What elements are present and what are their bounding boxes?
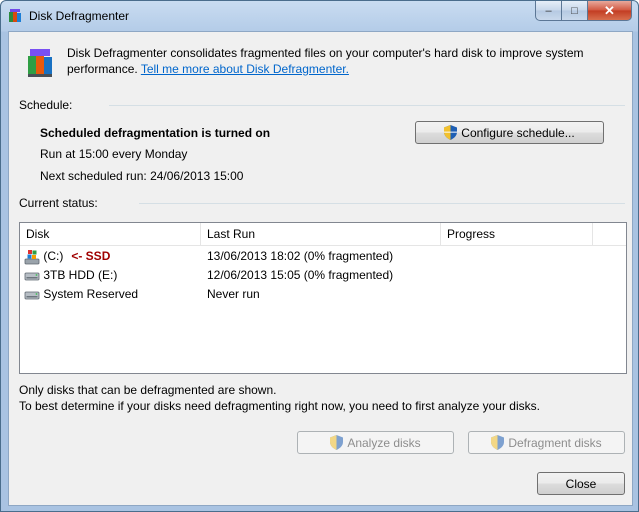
analyze-disks-button[interactable]: Analyze disks [297,431,454,454]
schedule-label: Schedule: [19,98,73,112]
schedule-divider [109,105,625,106]
column-header-disk[interactable]: Disk [20,223,201,245]
ssd-annotation: <- SSD [71,249,111,263]
disk-list[interactable]: Disk Last Run Progress (C:) <- SSD 13/06/… [19,222,627,374]
configure-schedule-button[interactable]: Configure schedule... [415,121,604,144]
disk-defragmenter-app-icon [9,9,21,22]
uac-shield-icon [330,435,344,450]
analyze-advice-note: To best determine if your disks need def… [19,399,540,413]
header-description: Disk Defragmenter consolidates fragmente… [67,45,607,77]
defragment-disks-label: Defragment disks [508,435,602,450]
configure-schedule-label: Configure schedule... [461,125,575,140]
schedule-run-at: Run at 15:00 every Monday [40,147,188,161]
disk-row-e[interactable]: 3TB HDD (E:) 12/06/2013 15:05 (0% fragme… [20,266,626,285]
disk-name: (C:) [43,249,64,263]
minimize-button[interactable]: – [535,1,562,21]
last-run-value: 12/06/2013 15:05 (0% fragmented) [207,268,394,282]
column-header-progress[interactable]: Progress [441,223,593,245]
window-controls: – □ ✕ [535,1,632,21]
maximize-icon: □ [571,4,578,17]
current-status-label: Current status: [19,196,98,210]
hard-drive-icon [24,272,40,281]
dialog-client-area: Disk Defragmenter consolidates fragmente… [8,31,633,506]
disk-row-c[interactable]: (C:) <- SSD 13/06/2013 18:02 (0% fragment… [20,247,626,266]
schedule-status: Scheduled defragmentation is turned on [40,126,271,140]
close-button-label: Close [565,476,597,491]
close-window-button[interactable]: ✕ [588,1,632,21]
disk-name: 3TB HDD (E:) [43,268,118,282]
analyze-disks-label: Analyze disks [347,435,421,450]
next-scheduled-run: Next scheduled run: 24/06/2013 15:00 [40,169,244,183]
disk-name: System Reserved [43,287,139,301]
uac-shield-icon [491,435,505,450]
disk-defragmenter-window: Disk Defragmenter – □ ✕ Disk Defragmente… [0,0,639,512]
last-run-value: Never run [207,287,260,301]
window-title: Disk Defragmenter [29,9,130,23]
current-status-divider [139,203,625,204]
hard-drive-icon [24,291,40,300]
disk-defragmenter-large-icon [28,49,52,77]
windows-drive-icon [24,249,40,265]
disk-list-header: Disk Last Run Progress [20,223,626,246]
uac-shield-icon [444,125,458,140]
column-header-last-run[interactable]: Last Run [201,223,441,245]
close-icon: ✕ [604,2,615,18]
tell-me-more-link[interactable]: Tell me more about Disk Defragmenter. [141,62,349,76]
last-run-value: 13/06/2013 18:02 (0% fragmented) [207,249,394,263]
defragment-disks-button[interactable]: Defragment disks [468,431,625,454]
close-button[interactable]: Close [537,472,625,495]
only-defragmentable-note: Only disks that can be defragmented are … [19,383,277,397]
disk-row-system-reserved[interactable]: System Reserved Never run [20,285,626,304]
maximize-button[interactable]: □ [562,1,588,21]
title-bar[interactable]: Disk Defragmenter – □ ✕ [1,1,638,31]
minimize-icon: – [545,4,552,17]
